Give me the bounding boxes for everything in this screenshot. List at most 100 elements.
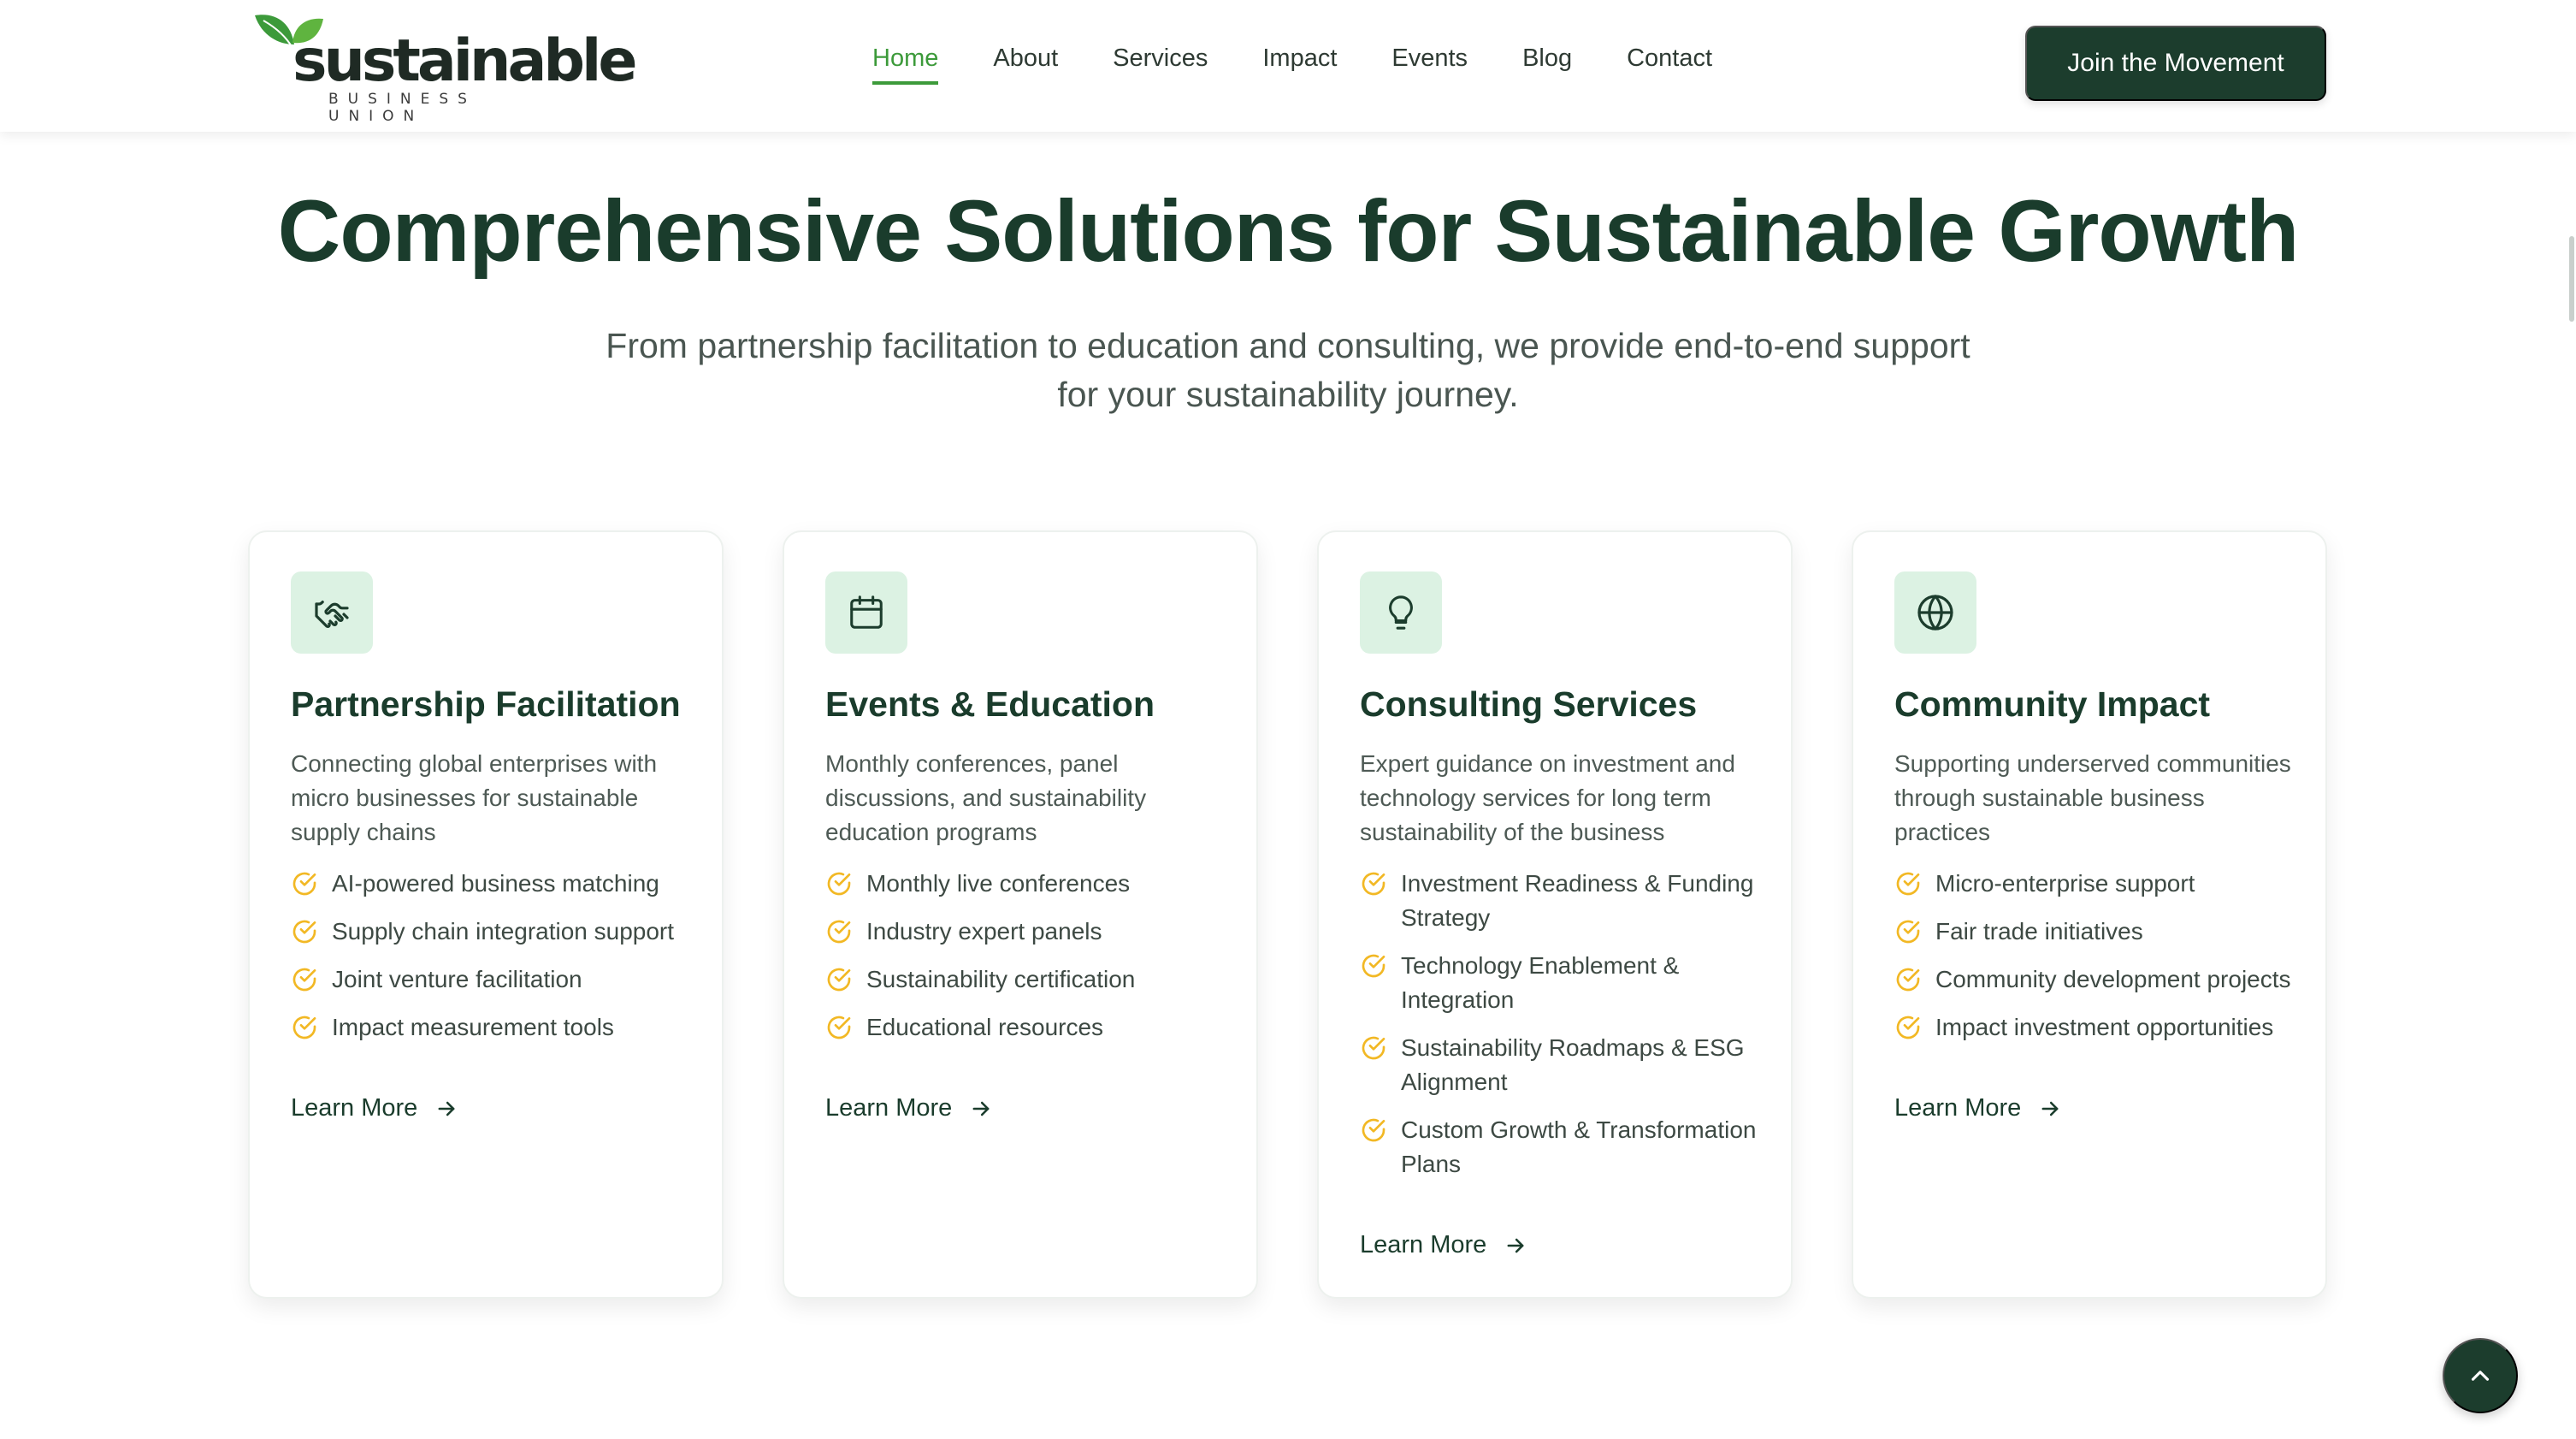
feature-text: Impact measurement tools [332,1014,614,1040]
arrow-right-icon [972,1101,990,1116]
learn-more-label: Learn More [1894,1094,2022,1122]
feature-text: Joint venture facilitation [332,966,582,992]
learn-more-label: Learn More [825,1094,953,1122]
card-icon-container [1894,571,1976,654]
feature-item: Fair trade initiatives [1894,915,2296,949]
feature-text: Community development projects [1935,966,2291,992]
feature-item: Sustainability Roadmaps & ESG Alignment [1360,1031,1762,1099]
card-description: Expert guidance on investment and techno… [1360,750,1735,845]
handshake-icon [315,601,349,628]
main-nav: Home About Services Impact Events Blog C… [872,44,1712,85]
feature-text: Impact investment opportunities [1935,1014,2274,1040]
nav-impact[interactable]: Impact [1262,44,1337,85]
feature-item: Industry expert panels [825,915,1227,949]
learn-more-link[interactable]: Learn More [825,1094,993,1122]
service-card-community: Community Impact Supporting underserved … [1852,530,2327,1299]
nav-events[interactable]: Events [1391,44,1468,85]
arrow-right-icon [1507,1238,1524,1252]
feature-item: Micro-enterprise support [1894,867,2296,901]
learn-more-link[interactable]: Learn More [1360,1231,1527,1259]
check-circle-icon [1896,1016,1920,1039]
check-circle-icon [827,968,851,992]
check-circle-icon [827,872,851,896]
card-icon-container [291,571,373,654]
check-circle-icon [292,920,316,944]
card-description: Supporting underserved communities throu… [1894,750,2291,845]
site-header: sustainable BUSINESS UNION Home About Se… [0,0,2576,132]
feature-text: Investment Readiness & Funding Strategy [1401,870,1754,931]
feature-text: Custom Growth & Transformation Plans [1401,1116,1757,1177]
page-scrollbar[interactable] [2569,236,2574,322]
card-title: Partnership Facilitation [291,684,681,724]
scroll-to-top-button[interactable] [2443,1338,2518,1413]
check-circle-icon [827,920,851,944]
feature-text: Educational resources [866,1014,1104,1040]
feature-text: Monthly live conferences [866,870,1131,897]
arrow-right-icon [2041,1101,2059,1116]
nav-about[interactable]: About [993,44,1058,85]
feature-text: Fair trade initiatives [1935,918,2143,945]
learn-more-link[interactable]: Learn More [291,1094,458,1122]
globe-icon [1917,595,1953,631]
nav-services[interactable]: Services [1113,44,1208,85]
feature-item: Joint venture facilitation [291,962,693,997]
learn-more-label: Learn More [1360,1231,1487,1258]
feature-list: AI-powered business matching Supply chai… [291,867,693,1045]
check-circle-icon [292,1016,316,1039]
card-title: Consulting Services [1360,684,1698,724]
feature-item: Sustainability certification [825,962,1227,997]
feature-text: Technology Enablement & Integration [1401,952,1680,1013]
card-description: Connecting global enterprises with micro… [291,750,658,845]
logo-wordmark: sustainable [292,27,637,95]
feature-item: Impact measurement tools [291,1010,693,1045]
feature-item: Technology Enablement & Integration [1360,949,1762,1017]
feature-text: Industry expert panels [866,918,1102,945]
services-cards: Partnership Facilitation Connecting glob… [248,530,2327,1300]
card-title: Events & Education [825,684,1155,724]
feature-item: Community development projects [1894,962,2296,997]
check-circle-icon [292,968,316,992]
check-circle-icon [1896,968,1920,992]
check-circle-icon [1896,872,1920,896]
page: sustainable BUSINESS UNION Home About Se… [0,0,2576,1439]
feature-text: Supply chain integration support [332,918,675,945]
check-circle-icon [1362,954,1385,978]
feature-item: Supply chain integration support [291,915,693,949]
arrow-right-icon [438,1101,455,1116]
nav-contact[interactable]: Contact [1627,44,1712,85]
check-circle-icon [827,1016,851,1039]
card-icon-container [825,571,907,654]
join-movement-button[interactable]: Join the Movement [2025,26,2326,101]
feature-text: Sustainability certification [866,966,1136,992]
feature-item: Educational resources [825,1010,1227,1045]
check-circle-icon [1362,872,1385,896]
service-card-consulting: Consulting Services Expert guidance on i… [1317,530,1793,1299]
learn-more-link[interactable]: Learn More [1894,1094,2062,1122]
section-title: Comprehensive Solutions for Sustainable … [277,182,2300,280]
card-icon-container [1360,571,1442,654]
check-circle-icon [1896,920,1920,944]
service-card-events: Events & Education Monthly conferences, … [783,530,1258,1299]
feature-text: Sustainability Roadmaps & ESG Alignment [1401,1034,1745,1095]
feature-item: Investment Readiness & Funding Strategy [1360,867,1762,935]
check-circle-icon [1362,1036,1385,1060]
feature-item: Impact investment opportunities [1894,1010,2296,1045]
learn-more-label: Learn More [291,1094,418,1122]
section-subtitle: From partnership facilitation to educati… [606,326,1970,414]
feature-list: Investment Readiness & Funding Strategy … [1360,867,1762,1181]
feature-text: AI-powered business matching [332,870,659,897]
lightbulb-icon [1389,595,1413,630]
card-description: Monthly conferences, panel discussions, … [825,750,1147,845]
calendar-icon [850,595,883,629]
check-circle-icon [1362,1118,1385,1142]
logo[interactable]: sustainable BUSINESS UNION [250,10,637,125]
nav-home[interactable]: Home [872,44,939,85]
nav-blog[interactable]: Blog [1522,44,1572,85]
feature-list: Monthly live conferences Industry expert… [825,867,1227,1045]
logo-tagline: BUSINESS UNION [328,91,476,125]
feature-list: Micro-enterprise support Fair trade init… [1894,867,2296,1045]
feature-item: Custom Growth & Transformation Plans [1360,1113,1762,1181]
service-card-partnership: Partnership Facilitation Connecting glob… [248,530,724,1299]
feature-text: Micro-enterprise support [1935,870,2195,897]
feature-item: AI-powered business matching [291,867,693,901]
